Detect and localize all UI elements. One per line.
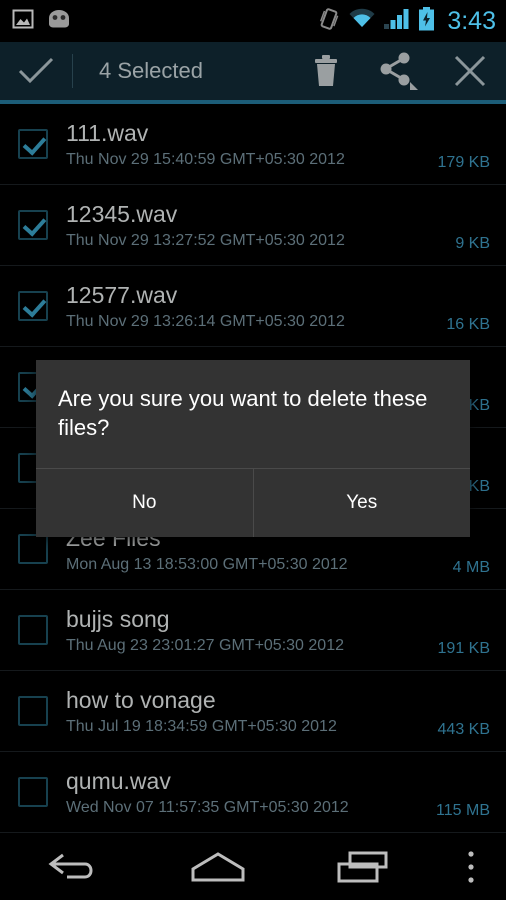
checkmark-icon [18, 57, 54, 84]
file-size: 4 MB [452, 559, 490, 576]
dialog-button-row: No Yes [36, 469, 470, 537]
file-size: 179 KB [437, 154, 490, 171]
close-button[interactable] [434, 42, 506, 100]
file-name: qumu.wav [66, 767, 171, 794]
file-name: bujjs song [66, 605, 170, 632]
nav-overflow-button[interactable] [436, 834, 506, 900]
delete-confirmation-dialog: Are you sure you want to delete these fi… [36, 360, 470, 537]
file-size: 9 KB [455, 235, 490, 252]
table-row[interactable]: bujjs song Thu Aug 23 23:01:27 GMT+05:30… [0, 590, 506, 671]
file-info: bujjs song Thu Aug 23 23:01:27 GMT+05:30… [66, 604, 420, 657]
table-row[interactable]: how to vonage Thu Jul 19 18:34:59 GMT+05… [0, 671, 506, 752]
file-date: Thu Aug 23 23:01:27 GMT+05:30 2012 [66, 636, 344, 654]
file-name: 12345.wav [66, 200, 178, 227]
back-arrow-icon [48, 853, 93, 879]
battery-charging-icon [418, 6, 435, 36]
checkbox-checked-icon[interactable] [18, 210, 48, 240]
status-bar-system-icons: 3:43 [318, 6, 496, 36]
status-bar-notifications [12, 8, 72, 35]
file-info: 12577.wav Thu Nov 29 13:26:14 GMT+05:30 … [66, 280, 420, 333]
file-date: Thu Nov 29 13:26:14 GMT+05:30 2012 [66, 312, 345, 330]
table-row[interactable]: 12577.wav Thu Nov 29 13:26:14 GMT+05:30 … [0, 266, 506, 347]
share-button[interactable] [362, 42, 434, 100]
vibrate-icon [318, 7, 340, 36]
row-checkbox-cell[interactable] [0, 777, 66, 807]
nav-back-button[interactable] [0, 834, 145, 900]
file-date: Wed Nov 07 11:57:35 GMT+05:30 2012 [66, 798, 349, 816]
file-size: 16 KB [446, 316, 490, 333]
done-button[interactable] [0, 42, 72, 100]
file-name: how to vonage [66, 686, 216, 713]
file-info: how to vonage Thu Jul 19 18:34:59 GMT+05… [66, 685, 420, 738]
share-icon [380, 52, 418, 90]
file-info: 12345.wav Thu Nov 29 13:27:52 GMT+05:30 … [66, 199, 420, 252]
screenshot-image-icon [12, 8, 34, 35]
file-size: 191 KB [437, 640, 490, 657]
trash-icon [315, 55, 337, 86]
checkbox-checked-icon[interactable] [18, 129, 48, 159]
file-date: Thu Nov 29 13:27:52 GMT+05:30 2012 [66, 231, 345, 249]
table-row[interactable]: qumu.wav Wed Nov 07 11:57:35 GMT+05:30 2… [0, 752, 506, 833]
row-checkbox-cell[interactable] [0, 615, 66, 645]
file-info: qumu.wav Wed Nov 07 11:57:35 GMT+05:30 2… [66, 766, 420, 819]
overflow-menu-icon [468, 851, 474, 883]
close-icon [454, 55, 486, 87]
table-row[interactable]: 12345.wav Thu Nov 29 13:27:52 GMT+05:30 … [0, 185, 506, 266]
cyanogenmod-android-icon [46, 9, 72, 34]
status-bar-clock: 3:43 [447, 6, 496, 35]
home-icon [191, 852, 245, 882]
file-size: 443 KB [437, 721, 490, 738]
table-row[interactable]: 111.wav Thu Nov 29 15:40:59 GMT+05:30 20… [0, 104, 506, 185]
file-name: 111.wav [66, 119, 149, 146]
checkbox-unchecked-icon[interactable] [18, 615, 48, 645]
row-checkbox-cell[interactable] [0, 210, 66, 240]
file-info: 111.wav Thu Nov 29 15:40:59 GMT+05:30 20… [66, 118, 420, 171]
row-checkbox-cell[interactable] [0, 129, 66, 159]
signal-icon [384, 8, 410, 35]
action-bar-divider [72, 54, 73, 88]
dialog-no-button[interactable]: No [36, 469, 253, 537]
file-date: Thu Jul 19 18:34:59 GMT+05:30 2012 [66, 717, 337, 735]
row-checkbox-cell[interactable] [0, 534, 66, 564]
recents-icon [337, 851, 388, 883]
nav-home-button[interactable] [145, 834, 290, 900]
nav-recents-button[interactable] [291, 834, 436, 900]
file-date: Mon Aug 13 18:53:00 GMT+05:30 2012 [66, 555, 348, 573]
status-bar: 3:43 [0, 0, 506, 42]
checkbox-unchecked-icon[interactable] [18, 777, 48, 807]
delete-button[interactable] [290, 42, 362, 100]
contextual-action-bar: 4 Selected [0, 42, 506, 100]
file-date: Thu Nov 29 15:40:59 GMT+05:30 2012 [66, 150, 345, 168]
wifi-icon [348, 8, 376, 35]
checkbox-checked-icon[interactable] [18, 291, 48, 321]
android-file-manager-screen: 3:43 4 Selected 111.wav Thu Nov 29 15:40… [0, 0, 506, 900]
navigation-bar [0, 834, 506, 900]
dialog-message: Are you sure you want to delete these fi… [58, 386, 428, 440]
checkbox-unchecked-icon[interactable] [18, 696, 48, 726]
selection-count-title: 4 Selected [99, 58, 203, 83]
file-size: 115 MB [436, 802, 490, 819]
checkbox-unchecked-icon[interactable] [18, 534, 48, 564]
file-name: 12577.wav [66, 281, 178, 308]
dialog-yes-button[interactable]: Yes [252, 469, 470, 537]
row-checkbox-cell[interactable] [0, 696, 66, 726]
row-checkbox-cell[interactable] [0, 291, 66, 321]
